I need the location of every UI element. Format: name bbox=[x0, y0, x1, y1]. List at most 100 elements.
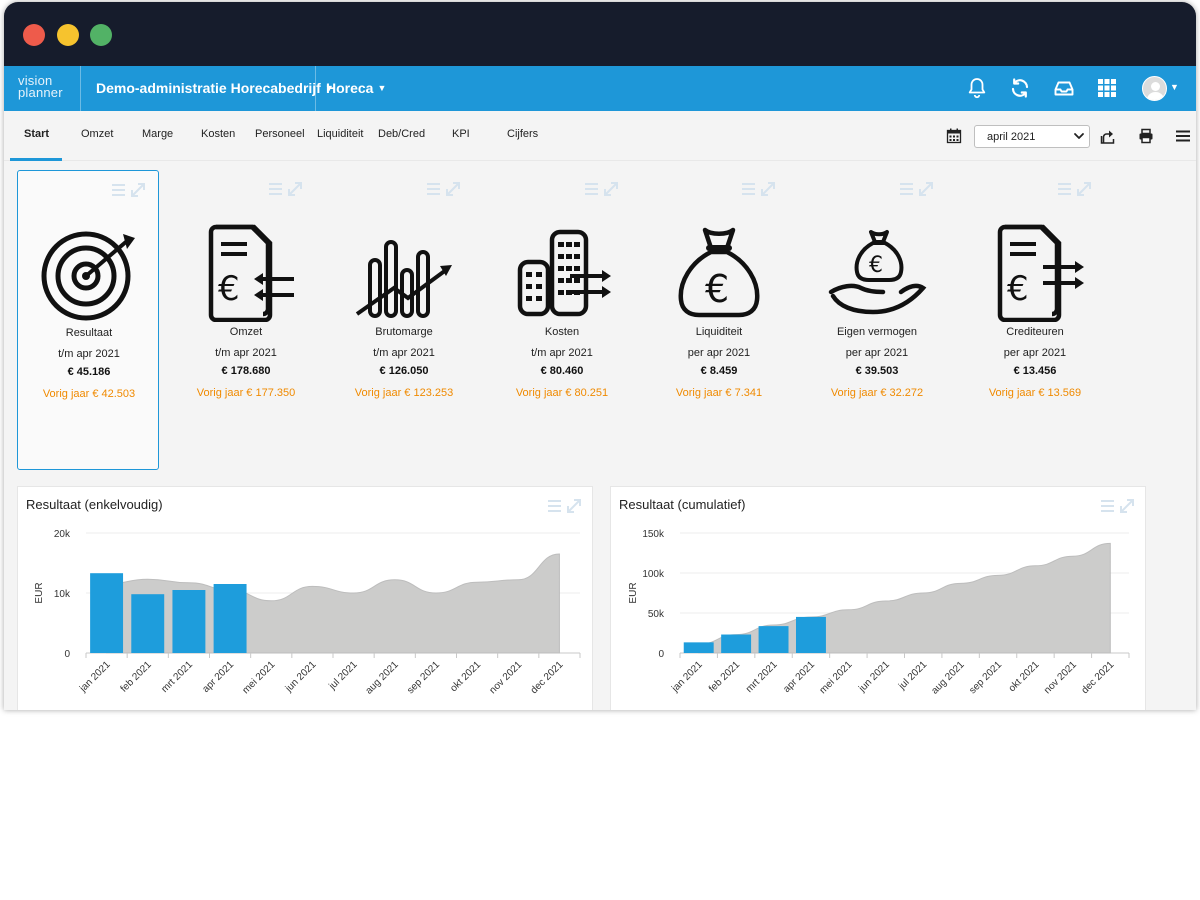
card-tools bbox=[742, 182, 775, 196]
print-icon[interactable] bbox=[1138, 128, 1154, 144]
card-tools bbox=[585, 182, 618, 196]
x-tick-label: jan 2021 bbox=[669, 659, 705, 695]
kpi-card-crediteuren[interactable]: € Crediteuren per apr 2021 € 13.456 Vori… bbox=[964, 170, 1106, 470]
visionplanner-logo[interactable]: vision planner bbox=[18, 74, 63, 100]
kpi-title: Resultaat bbox=[65, 327, 113, 339]
expand-icon[interactable] bbox=[919, 182, 933, 196]
card-tools bbox=[1058, 182, 1091, 196]
kpi-title: Brutomarge bbox=[375, 326, 433, 338]
tab-bar: Start Omzet Marge Kosten Personeel Liqui… bbox=[4, 111, 1196, 161]
list-icon[interactable] bbox=[112, 184, 125, 196]
kpi-previous-year: Vorig jaar € 123.253 bbox=[354, 387, 454, 399]
list-icon[interactable] bbox=[900, 183, 913, 195]
kpi-period: t/m apr 2021 bbox=[531, 347, 593, 359]
period-select[interactable]: april 2021 bbox=[974, 125, 1090, 148]
x-tick-label: apr 2021 bbox=[781, 659, 817, 695]
list-icon[interactable] bbox=[1058, 183, 1071, 195]
kpi-card-omzet[interactable]: € Omzet t/m apr 2021 € 178.680 Vorig jaa… bbox=[175, 170, 317, 470]
kpi-card-kosten[interactable]: Kosten t/m apr 2021 € 80.460 Vorig jaar … bbox=[491, 170, 633, 470]
y-tick-label: 0 bbox=[658, 649, 664, 660]
header-divider bbox=[80, 66, 81, 111]
expand-icon[interactable] bbox=[1077, 182, 1091, 196]
expand-icon[interactable] bbox=[761, 182, 775, 196]
tab-omzet[interactable]: Omzet bbox=[81, 128, 113, 140]
card-tools bbox=[427, 182, 460, 196]
share-icon[interactable] bbox=[1100, 128, 1116, 144]
tab-deb-cred[interactable]: Deb/Cred bbox=[378, 128, 425, 140]
tab-liquiditeit[interactable]: Liquiditeit bbox=[317, 128, 363, 140]
chart-card-resultaat-enkelvoudig[interactable]: Resultaat (enkelvoudig) 0 10k 20k EUR jan 20… bbox=[17, 486, 593, 710]
tab-kosten[interactable]: Kosten bbox=[201, 128, 235, 140]
kpi-value: € 126.050 bbox=[379, 365, 429, 377]
expand-icon[interactable] bbox=[288, 182, 302, 196]
chevron-down-icon[interactable]: ▼ bbox=[1170, 82, 1179, 92]
logo-bottom-text: planner bbox=[18, 85, 63, 100]
invoice-out-icon: € bbox=[997, 224, 1084, 322]
list-icon[interactable] bbox=[585, 183, 598, 195]
y-tick-label: 150k bbox=[642, 529, 665, 540]
minimize-window-button[interactable] bbox=[57, 24, 79, 46]
svg-text:€: € bbox=[1007, 269, 1029, 309]
refresh-icon[interactable] bbox=[1008, 76, 1032, 100]
tab-start[interactable]: Start bbox=[24, 128, 49, 140]
chevron-down-icon: ▼ bbox=[377, 83, 387, 93]
kpi-card-liquiditeit[interactable]: € Liquiditeit per apr 2021 € 8.459 Vorig… bbox=[648, 170, 790, 470]
kpi-period: t/m apr 2021 bbox=[58, 348, 120, 360]
sector-dropdown[interactable]: Horeca ▼ bbox=[326, 80, 386, 96]
bar bbox=[172, 590, 206, 653]
y-axis-label: EUR bbox=[34, 582, 45, 603]
list-icon[interactable] bbox=[427, 183, 440, 195]
menu-icon[interactable] bbox=[1175, 128, 1191, 144]
expand-icon[interactable] bbox=[604, 182, 618, 196]
bar bbox=[90, 573, 124, 653]
x-tick-label: feb 2021 bbox=[119, 659, 155, 695]
kpi-previous-year: Vorig jaar € 177.350 bbox=[196, 387, 296, 399]
administration-dropdown[interactable]: Demo-administratie Horecabedrijf ▼ bbox=[96, 80, 334, 96]
kpi-card-brutomarge[interactable]: Brutomarge t/m apr 2021 € 126.050 Vorig … bbox=[333, 170, 475, 470]
kpi-period: per apr 2021 bbox=[845, 347, 909, 359]
kpi-period: t/m apr 2021 bbox=[215, 347, 277, 359]
expand-icon[interactable] bbox=[131, 183, 145, 197]
calendar-icon[interactable] bbox=[946, 128, 962, 144]
bell-icon[interactable] bbox=[965, 76, 989, 100]
chart-card-resultaat-cumulatief[interactable]: Resultaat (cumulatief) 0 50k 100k 150k EUR ja… bbox=[610, 486, 1146, 710]
user-avatar[interactable] bbox=[1142, 76, 1167, 101]
svg-text:€: € bbox=[218, 269, 240, 309]
kpi-previous-year: Vorig jaar € 32.272 bbox=[830, 387, 924, 399]
expand-icon[interactable] bbox=[446, 182, 460, 196]
maximize-window-button[interactable] bbox=[90, 24, 112, 46]
tab-cijfers[interactable]: Cijfers bbox=[507, 128, 538, 140]
x-tick-label: apr 2021 bbox=[201, 659, 237, 695]
chart-resultaat-enkelvoudig: 0 10k 20k EUR jan 2021 feb 2021 mrt 2021 apr 20… bbox=[34, 529, 581, 697]
tab-marge[interactable]: Marge bbox=[142, 128, 173, 140]
bar bbox=[758, 626, 789, 653]
kpi-period: per apr 2021 bbox=[687, 347, 751, 359]
x-tick-label: sep 2021 bbox=[967, 659, 1004, 696]
y-tick-label: 100k bbox=[642, 569, 665, 580]
app-window: vision planner Demo-administratie Horeca… bbox=[4, 2, 1196, 710]
x-tick-label: okt 2021 bbox=[1007, 659, 1042, 694]
chevron-down-icon bbox=[1074, 133, 1084, 139]
list-icon[interactable] bbox=[742, 183, 755, 195]
kpi-previous-year: Vorig jaar € 80.251 bbox=[515, 387, 609, 399]
kpi-previous-year: Vorig jaar € 13.569 bbox=[988, 387, 1082, 399]
y-tick-label: 50k bbox=[648, 609, 665, 620]
kpi-title: Omzet bbox=[229, 326, 263, 338]
inbox-icon[interactable] bbox=[1052, 76, 1076, 100]
bar bbox=[131, 594, 165, 653]
tab-kpi[interactable]: KPI bbox=[452, 128, 470, 140]
kpi-card-eigen-vermogen[interactable]: € Eigen vermogen per apr 2021 € 39.503 V… bbox=[806, 170, 948, 470]
apps-grid-icon[interactable] bbox=[1095, 76, 1119, 100]
tab-personeel[interactable]: Personeel bbox=[255, 128, 305, 140]
kpi-title: Eigen vermogen bbox=[836, 326, 918, 338]
x-tick-label: nov 2021 bbox=[487, 659, 524, 696]
x-tick-label: mei 2021 bbox=[818, 659, 855, 696]
x-tick-label: dec 2021 bbox=[1080, 659, 1117, 696]
kpi-card-resultaat[interactable]: Resultaat t/m apr 2021 € 45.186 Vorig ja… bbox=[17, 170, 159, 470]
x-tick-label: mrt 2021 bbox=[159, 659, 195, 695]
y-tick-label: 10k bbox=[54, 589, 71, 600]
kpi-previous-year: Vorig jaar € 42.503 bbox=[42, 388, 136, 400]
list-icon[interactable] bbox=[269, 183, 282, 195]
card-tools bbox=[112, 183, 145, 197]
close-window-button[interactable] bbox=[23, 24, 45, 46]
